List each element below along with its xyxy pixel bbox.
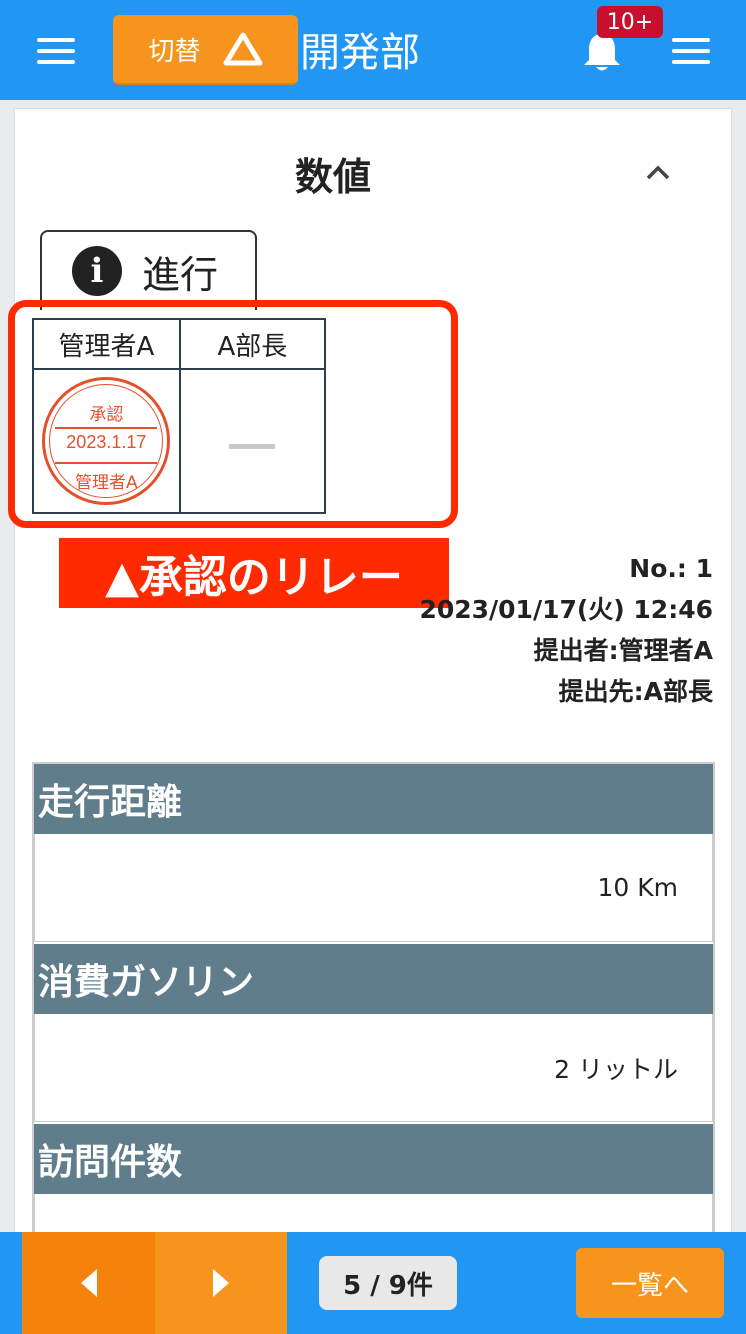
- field-label: 消費ガソリン: [34, 944, 713, 1014]
- submission-meta: No.: 1 2023/01/17(火) 12:46 提出者:管理者A 提出先:…: [419, 548, 713, 712]
- notification-badge: 10+: [597, 6, 663, 38]
- doc-datetime: 2023/01/17(火) 12:46: [419, 595, 713, 624]
- approval-seal: 承認 2023.1.17 管理者A: [42, 377, 171, 505]
- approver-2-header: A部長: [178, 318, 327, 370]
- status-label: 進行: [142, 252, 219, 297]
- field-value: 10 Km: [34, 834, 713, 942]
- approver-2-cell: [178, 368, 327, 514]
- approval-relay-annotation: ▲承認のリレー: [59, 538, 449, 608]
- doc-submitter: 提出者:管理者A: [533, 636, 713, 665]
- field-label: 訪問件数: [34, 1124, 713, 1194]
- arrow-right-icon: [213, 1269, 229, 1297]
- page-count: 5 / 9件: [319, 1256, 457, 1310]
- section-title: 数値: [294, 155, 371, 199]
- field-value: 2 リットル: [34, 1014, 713, 1122]
- doc-recipient: 提出先:A部長: [558, 677, 713, 706]
- pending-mark: [229, 444, 276, 449]
- arrow-left-icon: [80, 1269, 97, 1297]
- info-icon: i: [72, 246, 122, 296]
- approver-1-header: 管理者A: [32, 318, 181, 370]
- approver-1-cell: 承認 2023.1.17 管理者A: [32, 368, 181, 514]
- approval-stamp-table: 管理者A A部長 承認 2023.1.17 管理者A: [32, 318, 327, 514]
- seal-status: 承認: [89, 405, 124, 425]
- seal-name: 管理者A: [75, 473, 138, 493]
- chevron-up-icon[interactable]: [644, 162, 672, 182]
- status-tab: i 進行: [40, 230, 257, 310]
- doc-number: No.: 1: [629, 554, 713, 583]
- menu-right-icon[interactable]: [672, 38, 710, 64]
- field-label: 走行距離: [34, 764, 713, 834]
- list-button[interactable]: 一覧へ: [576, 1248, 724, 1318]
- triangle-icon: [223, 32, 262, 66]
- switch-label: 切替: [148, 36, 201, 67]
- hamburger-icon[interactable]: [37, 38, 75, 64]
- field-value: [34, 1194, 713, 1234]
- prev-button[interactable]: [22, 1232, 155, 1334]
- seal-date: 2023.1.17: [66, 432, 147, 452]
- switch-button[interactable]: 切替: [113, 15, 298, 85]
- next-button[interactable]: [155, 1232, 287, 1334]
- department-title: 開発部: [300, 30, 420, 76]
